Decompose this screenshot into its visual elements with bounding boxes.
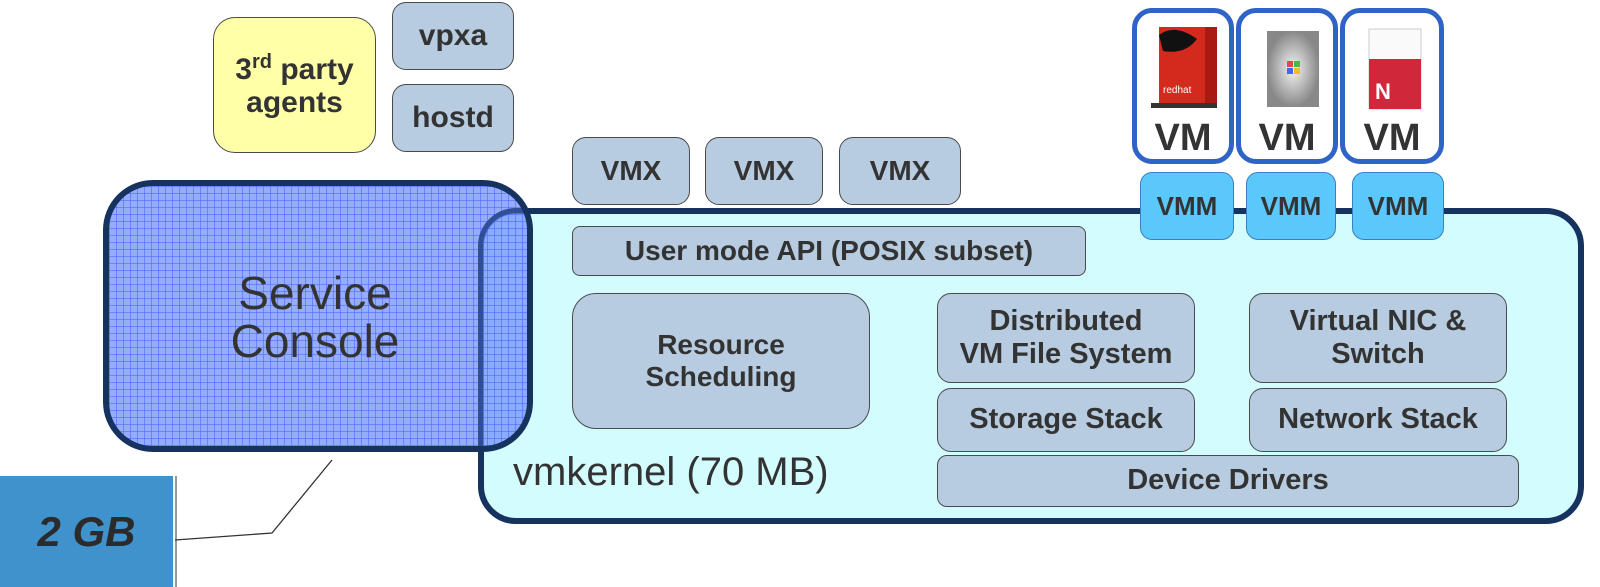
virtual-nic-switch-box: Virtual NIC & Switch (1249, 293, 1507, 383)
windows-box-icon (1267, 31, 1319, 107)
novell-box-icon: N (1368, 28, 1422, 110)
memory-callout: 2 GB (0, 476, 173, 587)
vm-2: VM (1236, 8, 1338, 164)
device-drivers-label: Device Drivers (1127, 464, 1329, 497)
resource-line1: Resource (657, 328, 785, 360)
vmkernel-label: vmkernel (70 MB) (513, 450, 829, 494)
vmm-label: VMM (1367, 190, 1429, 221)
vpxa-label: vpxa (418, 18, 488, 52)
vmm-label: VMM (1156, 190, 1218, 221)
agents-line2: agents (246, 86, 343, 119)
storage-stack-label: Storage Stack (969, 403, 1163, 436)
svg-text:redhat: redhat (1163, 85, 1192, 96)
vm-label: VM (1258, 117, 1316, 159)
third-party-agents-box: 3rd party agents (213, 17, 376, 153)
vmm-box-2: VMM (1246, 172, 1336, 240)
hostd-box: hostd (392, 84, 514, 152)
hostd-label: hostd (412, 100, 494, 134)
device-drivers-box: Device Drivers (937, 455, 1519, 507)
user-mode-api-box: User mode API (POSIX subset) (572, 226, 1086, 276)
vmx-label: VMX (600, 154, 662, 186)
user-mode-api-label: User mode API (POSIX subset) (624, 234, 1034, 266)
agents-num: 3 (235, 53, 252, 86)
vmm-label: VMM (1260, 190, 1322, 221)
vnic-line1: Virtual NIC & (1289, 304, 1467, 337)
service-console-line1: Service (238, 266, 392, 319)
kernel-edge-under-console (478, 208, 538, 452)
callout-line (174, 459, 333, 541)
svg-text:N: N (1375, 79, 1391, 104)
dvmfs-line2: VM File System (959, 338, 1173, 370)
vmx-box-1: VMX (572, 137, 690, 205)
vmm-box-3: VMM (1352, 172, 1444, 240)
vmx-label: VMX (869, 154, 931, 186)
dvmfs-box: Distributed VM File System (937, 293, 1195, 383)
vmm-box-1: VMM (1140, 172, 1234, 240)
service-console-line2: Console (230, 315, 400, 367)
resource-line2: Scheduling (645, 361, 797, 392)
vnic-line2: Switch (1331, 338, 1425, 370)
vm-label: VM (1154, 117, 1212, 159)
network-stack-box: Network Stack (1249, 388, 1507, 452)
agents-sup: rd (251, 51, 272, 73)
redhat-box-icon: redhat (1151, 27, 1217, 108)
storage-stack-box: Storage Stack (937, 388, 1195, 452)
resource-scheduling-box: Resource Scheduling (572, 293, 870, 429)
network-stack-label: Network Stack (1278, 403, 1478, 436)
vpxa-box: vpxa (392, 2, 514, 70)
memory-callout-text: 2 GB (37, 507, 136, 555)
vmx-label: VMX (733, 154, 795, 186)
vm-3: N VM (1340, 8, 1444, 164)
vm-1: redhat VM (1132, 8, 1234, 164)
vmx-box-3: VMX (839, 137, 961, 205)
vm-label: VM (1363, 117, 1421, 159)
vmx-box-2: VMX (705, 137, 823, 205)
service-console-label: Service Console (150, 262, 480, 372)
agents-rest: party (271, 53, 354, 86)
dvmfs-line1: Distributed (989, 304, 1143, 337)
